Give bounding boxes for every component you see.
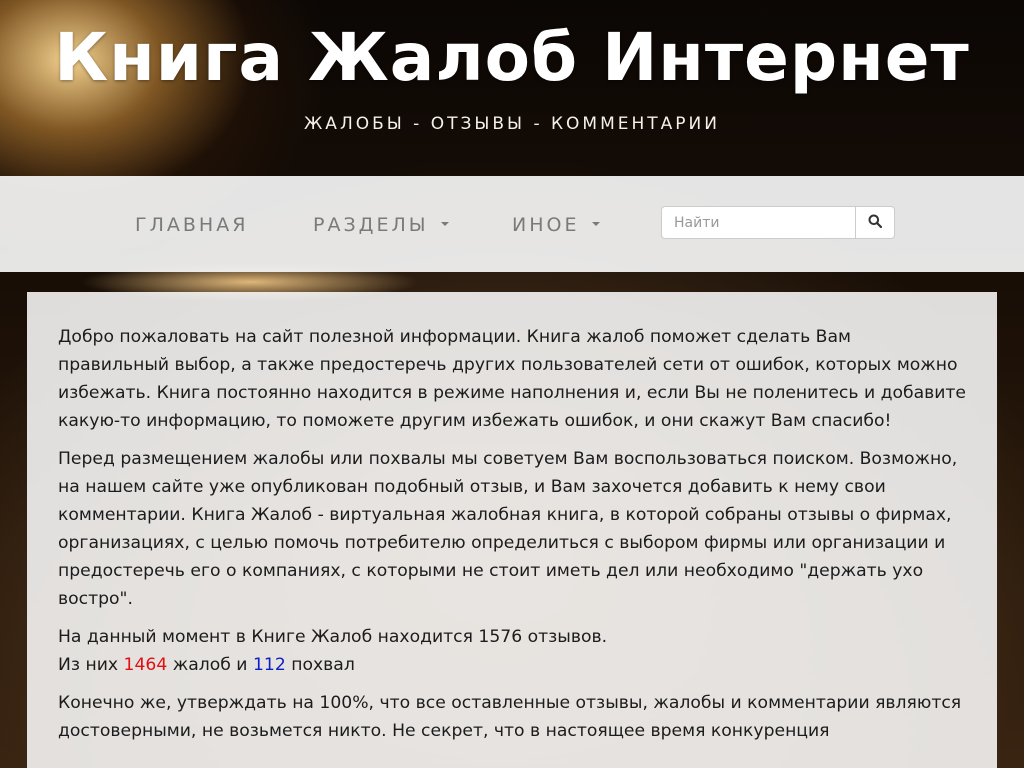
- praises-count: 112: [252, 655, 286, 675]
- search-advice-paragraph: Перед размещением жалобы или похвалы мы …: [58, 449, 958, 609]
- disclaimer-paragraph: Конечно же, утверждать на 100%, что все …: [58, 693, 962, 741]
- content-panel: Добро пожаловать на сайт полезной информ…: [27, 292, 997, 768]
- complaints-count: 1464: [123, 655, 168, 675]
- nav-other-label: ИНОЕ: [512, 214, 580, 236]
- nav-home-label: ГЛАВНАЯ: [135, 214, 249, 236]
- nav-home-link[interactable]: ГЛАВНАЯ: [135, 213, 248, 237]
- stats-total-count: 1576: [478, 627, 523, 647]
- intro-paragraph: Добро пожаловать на сайт полезной информ…: [58, 327, 967, 431]
- site-header: Книга Жалоб Интернет ЖАЛОБЫ - ОТЗЫВЫ - К…: [0, 0, 1024, 176]
- stats-breakdown-prefix: Из них: [58, 655, 124, 675]
- stats-breakdown-middle: жалоб и: [167, 655, 253, 675]
- caret-down-icon: [440, 221, 449, 226]
- stats-paragraph: На данный момент в Книге Жалоб находится…: [58, 623, 967, 679]
- stats-breakdown-suffix: похвал: [285, 655, 355, 675]
- nav-other-dropdown[interactable]: ИНОЕ: [512, 213, 600, 237]
- caret-down-icon: [591, 221, 600, 226]
- stats-total-suffix: отзывов.: [522, 627, 608, 647]
- search-button[interactable]: [855, 206, 895, 239]
- nav-sections-dropdown[interactable]: РАЗДЕЛЫ: [313, 213, 449, 237]
- stats-total-prefix: На данный момент в Книге Жалоб находится: [58, 627, 479, 647]
- site-title[interactable]: Книга Жалоб Интернет: [0, 22, 1024, 94]
- site-tagline: ЖАЛОБЫ - ОТЗЫВЫ - КОММЕНТАРИИ: [304, 114, 720, 134]
- search-icon: [868, 213, 883, 232]
- search-form: [661, 206, 895, 239]
- search-input[interactable]: [661, 206, 855, 239]
- nav-sections-label: РАЗДЕЛЫ: [313, 214, 429, 236]
